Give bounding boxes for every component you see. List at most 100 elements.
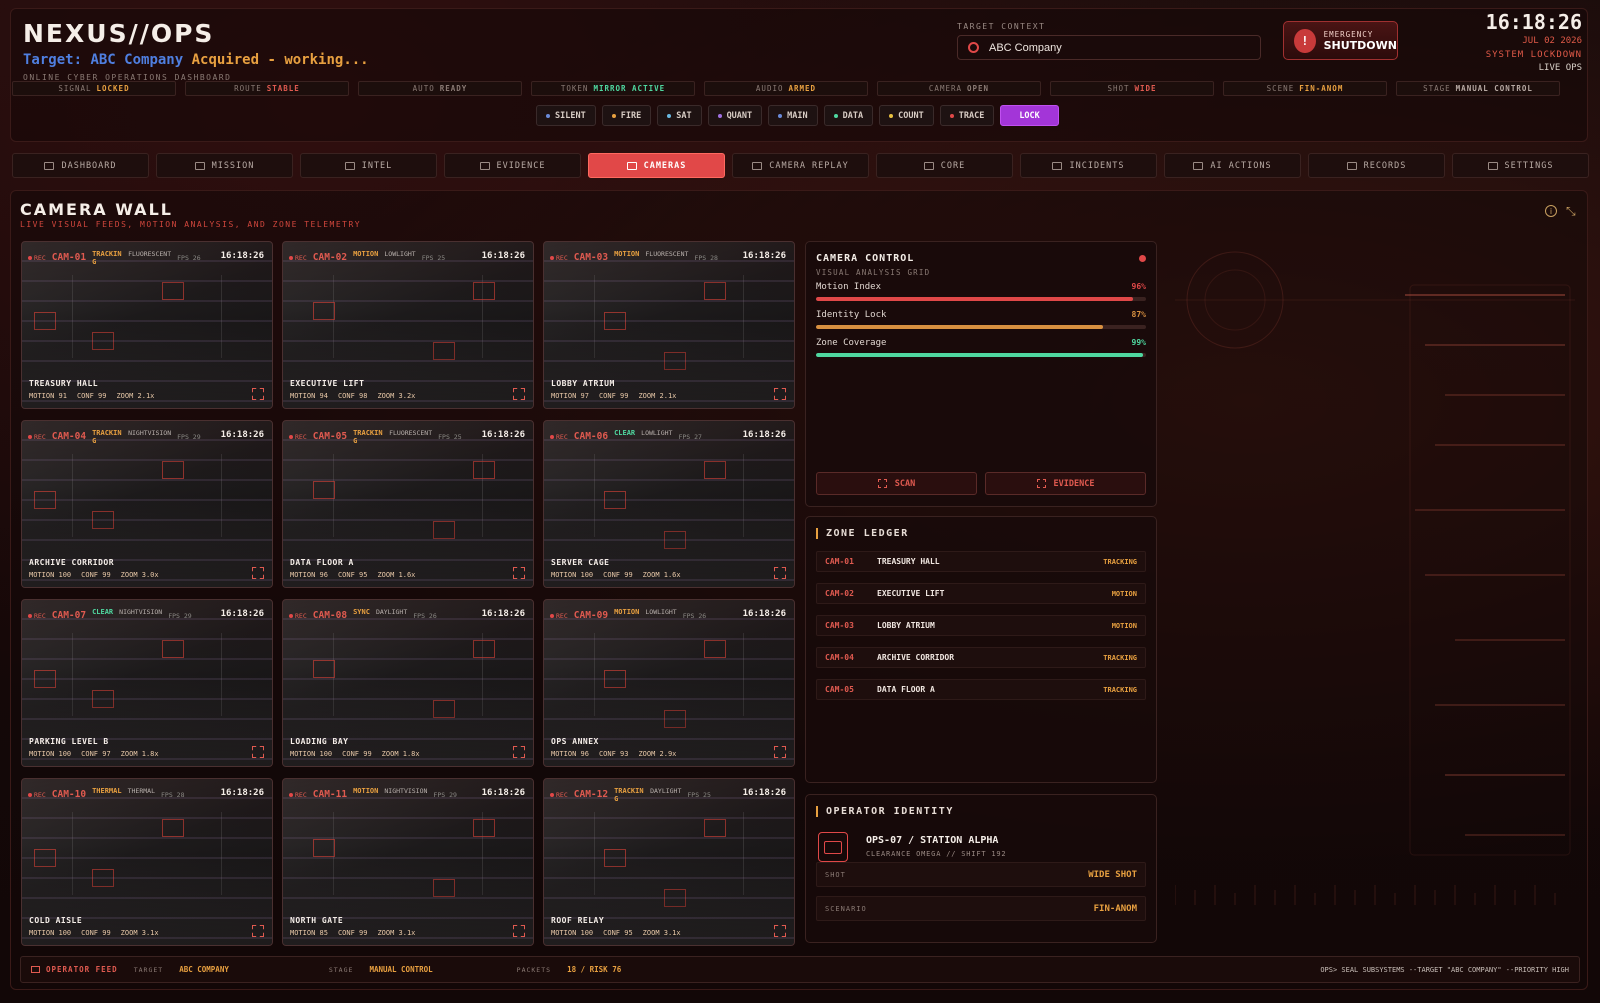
evidence-button[interactable]: EVIDENCE	[985, 472, 1146, 495]
tab-mission[interactable]: MISSION	[156, 153, 293, 178]
lighting-mode: NIGHTVISION	[128, 429, 172, 437]
feed-timestamp: 16:18:26	[220, 430, 264, 440]
zone-ledger-row[interactable]: CAM-04 ARCHIVE CORRIDOR TRACKING	[816, 647, 1146, 668]
target-status-line: Target: ABC Company Acquired - working..…	[23, 52, 369, 68]
tab-core[interactable]: CORE	[876, 153, 1013, 178]
feed-stats: MOTION 91 CONF 99 ZOOM 2.1x	[29, 392, 154, 400]
zone-ledger-row[interactable]: CAM-01 TREASURY HALL TRACKING	[816, 551, 1146, 572]
status-chip: AUDIO ARMED	[704, 81, 868, 96]
page-subtitle: LIVE VISUAL FEEDS, MOTION ANALYSIS, AND …	[20, 220, 362, 229]
status-chip-value: LOCKED	[96, 84, 130, 93]
camera-location-name: EXECUTIVE LIFT	[290, 379, 365, 388]
fps-readout: FPS 27	[678, 433, 702, 441]
fps-readout: FPS 25	[687, 791, 711, 799]
mode-toggle-trace[interactable]: TRACE	[939, 105, 995, 126]
lighting-mode: DAYLIGHT	[375, 608, 408, 616]
zone-name: DATA FLOOR A	[877, 685, 935, 694]
info-icon[interactable]: i	[1545, 205, 1557, 217]
camera-feed-tile[interactable]: REC CAM-07 CLEAR NIGHTVISION FPS 29 16:18:26 P…	[21, 599, 273, 767]
tab-intel[interactable]: INTEL	[300, 153, 437, 178]
camera-feed-tile[interactable]: REC CAM-02 MOTION LOWLIGHT FPS 25 16:18:26 EXE…	[282, 241, 534, 409]
expand-icon[interactable]: ⤡	[1566, 205, 1578, 217]
camera-feed-tile[interactable]: REC CAM-12 TRACKING DAYLIGHT FPS 25 16:18:26 R…	[543, 778, 795, 946]
zoom-stat: ZOOM 3.1x	[377, 929, 416, 937]
mode-toggle-quant[interactable]: QUANT	[707, 105, 763, 126]
feed-timestamp: 16:18:26	[742, 609, 786, 619]
status-dot-icon	[611, 113, 616, 118]
camera-feed-tile[interactable]: REC CAM-05 TRACKING FLUORESCENT FPS 25 16:18:…	[282, 420, 534, 588]
tab-label: AI ACTIONS	[1210, 160, 1272, 171]
scan-button[interactable]: SCAN	[816, 472, 977, 495]
rec-indicator: REC	[289, 254, 307, 262]
tab-label: SETTINGS	[1504, 160, 1554, 171]
feed-timestamp: 16:18:26	[742, 251, 786, 261]
fps-readout: FPS 26	[177, 254, 201, 262]
mode-toggle-data[interactable]: DATA	[823, 105, 874, 126]
camera-status-tag: SYNC	[353, 608, 370, 616]
tab-incidents[interactable]: INCIDENTS	[1020, 153, 1157, 178]
camera-id: CAM-08	[312, 610, 348, 621]
tab-cameras[interactable]: CAMERAS	[588, 153, 725, 178]
camera-id: CAM-05	[312, 431, 348, 442]
tab-dashboard[interactable]: DASHBOARD	[12, 153, 149, 178]
camera-id: CAM-04	[51, 431, 87, 442]
target-progress: Acquired - working...	[191, 52, 369, 68]
camera-feed-tile[interactable]: REC CAM-11 MOTION NIGHTVISION FPS 29 16:18:26…	[282, 778, 534, 946]
camera-location-name: SERVER CAGE	[551, 558, 610, 567]
tab-records[interactable]: RECORDS	[1308, 153, 1445, 178]
emergency-shutdown-button[interactable]: ! EMERGENCY SHUTDOWN	[1283, 21, 1398, 60]
lighting-mode: DAYLIGHT	[650, 787, 682, 795]
confidence-stat: CONF 95	[337, 571, 368, 579]
tab-label: INCIDENTS	[1069, 160, 1125, 171]
footer-target-key: TARGET	[133, 965, 164, 974]
camera-feed-tile[interactable]: REC CAM-04 TRACKING NIGHTVISION FPS 29 16:18:…	[21, 420, 273, 588]
camera-feed-tile[interactable]: REC CAM-10 THERMAL THERMAL FPS 28 16:18:26 COL…	[21, 778, 273, 946]
tab-camera-replay[interactable]: CAMERA REPLAY	[732, 153, 869, 178]
camera-feed-tile[interactable]: REC CAM-03 MOTION FLUORESCENT FPS 28 16:18:26…	[543, 241, 795, 409]
mode-toggle-main[interactable]: MAIN	[768, 105, 818, 126]
mode-toggle-fire[interactable]: FIRE	[601, 105, 652, 126]
feed-stats: MOTION 97 CONF 99 ZOOM 2.1x	[551, 392, 676, 400]
meter-track	[816, 325, 1146, 329]
mode-label: DATA	[842, 110, 864, 121]
zone-ledger-title: ZONE LEDGER	[816, 528, 909, 539]
feed-icon	[31, 966, 40, 973]
motion-stat: MOTION 96	[290, 571, 328, 579]
zone-ledger-row[interactable]: CAM-05 DATA FLOOR A TRACKING	[816, 679, 1146, 700]
status-chip: ROUTE STABLE	[185, 81, 349, 96]
camera-feed-tile[interactable]: REC CAM-06 CLEAR LOWLIGHT FPS 27 16:18:26 SERV…	[543, 420, 795, 588]
tab-evidence[interactable]: EVIDENCE	[444, 153, 581, 178]
target-context-field[interactable]: ABC Company	[957, 35, 1261, 60]
warning-icon: !	[1294, 28, 1316, 53]
mode-toggle-sat[interactable]: SAT	[657, 105, 702, 126]
mode-label: TRACE	[958, 110, 985, 121]
operator-identity-panel: OPERATOR IDENTITY OPS-07 / STATION ALPHA…	[805, 794, 1157, 943]
tab-label: CAMERA REPLAY	[769, 160, 849, 171]
rec-label: REC	[556, 254, 568, 262]
status-dot-icon	[778, 113, 783, 118]
tab-ai-actions[interactable]: AI ACTIONS	[1164, 153, 1301, 178]
folder-icon	[1346, 161, 1357, 170]
command-line[interactable]: OPS> SEAL SUBSYSTEMS --TARGET "ABC COMPA…	[1320, 966, 1569, 974]
camera-location-name: NORTH GATE	[290, 916, 344, 925]
camera-feed-tile[interactable]: REC CAM-08 SYNC DAYLIGHT FPS 26 16:18:26 LOADI…	[282, 599, 534, 767]
camera-status-tag: MOTION	[614, 608, 640, 616]
rec-indicator: REC	[550, 254, 568, 262]
feed-timestamp: 16:18:26	[220, 609, 264, 619]
zoom-stat: ZOOM 3.1x	[642, 929, 681, 937]
camera-feed-tile[interactable]: REC CAM-01 TRACKING FLUORESCENT FPS 26 16:18:…	[21, 241, 273, 409]
zone-ledger-row[interactable]: CAM-03 LOBBY ATRIUM MOTION	[816, 615, 1146, 636]
scan-label: SCAN	[894, 478, 916, 489]
tab-settings[interactable]: SETTINGS	[1452, 153, 1589, 178]
camera-location-name: LOADING BAY	[290, 737, 349, 746]
mode-toggle-count[interactable]: COUNT	[879, 105, 934, 126]
status-chip: CAMERA OPEN	[877, 81, 1041, 96]
mode-toggle-lock[interactable]: LOCK	[1000, 105, 1059, 126]
zone-ledger-row[interactable]: CAM-02 EXECUTIVE LIFT MOTION	[816, 583, 1146, 604]
camera-feed-tile[interactable]: REC CAM-09 MOTION LOWLIGHT FPS 26 16:18:26 OPS…	[543, 599, 795, 767]
mode-toggle-silent[interactable]: SILENT	[536, 105, 596, 126]
rec-indicator: REC	[289, 612, 307, 620]
zone-ledger-panel: ZONE LEDGER CAM-01 TREASURY HALL TRACKING C…	[805, 516, 1157, 783]
lighting-mode: NIGHTVISION	[119, 608, 163, 616]
system-lockdown-status: SYSTEM LOCKDOWN	[1485, 50, 1582, 60]
